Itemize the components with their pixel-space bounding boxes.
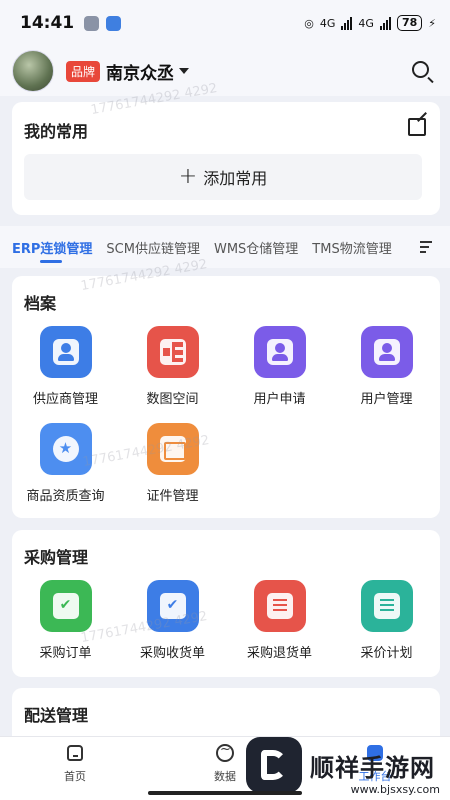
org-selector-label[interactable]: 南京众丞 xyxy=(106,59,174,84)
add-favorite-label: 添加常用 xyxy=(203,169,268,188)
app-label: 用户申请 xyxy=(253,392,306,407)
app-supplier-management[interactable]: 供应商管理 xyxy=(12,326,119,407)
app-label: 采价计划 xyxy=(360,646,413,661)
app-certificate-management[interactable]: 证件管理 xyxy=(119,423,226,504)
notification-icons xyxy=(84,15,122,31)
search-icon[interactable] xyxy=(410,59,434,84)
tab-erp[interactable]: ERP连锁管理 xyxy=(12,238,92,263)
nav-home[interactable]: 首页 xyxy=(0,737,150,800)
app-purchase-receipt[interactable]: 采购收货单 xyxy=(119,580,226,661)
nav-label: 数据 xyxy=(214,770,236,783)
app-price-plan[interactable]: 采价计划 xyxy=(333,580,440,661)
purchase-card: 采购管理 采购订单 采购收货单 采购退货单 采价计划 xyxy=(12,530,440,677)
brand-badge: 品牌 xyxy=(66,60,101,82)
status-indicators: ◎ 4G 4G 78 ⚡ xyxy=(304,15,436,31)
app-header: 品牌 南京众丞 xyxy=(0,46,450,96)
app-label: 数图空间 xyxy=(146,392,199,407)
battery-indicator: 78 xyxy=(396,15,423,31)
app-label: 采购退货单 xyxy=(246,646,312,661)
tab-wms[interactable]: WMS仓储管理 xyxy=(214,238,298,257)
supplier-icon xyxy=(39,326,92,378)
plus-icon: + xyxy=(178,164,198,189)
qualification-icon xyxy=(39,423,92,475)
logo-icon xyxy=(246,737,302,793)
caret-down-icon[interactable] xyxy=(179,68,190,74)
app-user-application[interactable]: 用户申请 xyxy=(226,326,333,407)
app-label: 证件管理 xyxy=(146,489,199,504)
app-notification-icon xyxy=(84,15,100,31)
purchase-title: 采购管理 xyxy=(24,548,89,567)
signal-icon xyxy=(341,16,353,30)
archive-card: 档案 供应商管理 数图空间 用户申请 用户管理 商品资质查询 证件管理 xyxy=(12,276,440,518)
price-plan-icon xyxy=(360,580,413,632)
network-type-b: 4G xyxy=(358,16,374,30)
app-user-management[interactable]: 用户管理 xyxy=(333,326,440,407)
site-logo-watermark: 顺祥手游网 www.bjsxsy.com xyxy=(246,734,442,796)
app-product-qualification[interactable]: 商品资质查询 xyxy=(12,423,119,504)
app-label: 供应商管理 xyxy=(32,392,98,407)
nav-label: 首页 xyxy=(64,770,86,783)
app-data-space[interactable]: 数图空间 xyxy=(119,326,226,407)
hotspot-icon: ◎ xyxy=(304,16,314,30)
user-manage-icon xyxy=(360,326,413,378)
purchase-order-icon xyxy=(39,580,92,632)
archive-title: 档案 xyxy=(24,294,57,313)
app-label: 用户管理 xyxy=(360,392,413,407)
edit-icon[interactable] xyxy=(408,118,426,136)
purchase-return-icon xyxy=(253,580,306,632)
status-bar: 14:41 ◎ 4G 4G 78 ⚡ xyxy=(0,0,450,46)
data-space-icon xyxy=(146,326,199,378)
certificate-icon xyxy=(146,423,199,475)
avatar[interactable] xyxy=(12,50,54,92)
favorites-card: 我的常用 + 添加常用 xyxy=(12,102,440,215)
delivery-title: 配送管理 xyxy=(24,706,89,725)
app-purchase-return[interactable]: 采购退货单 xyxy=(226,580,333,661)
purchase-receipt-icon xyxy=(146,580,199,632)
network-type-a: 4G xyxy=(319,16,336,30)
app-label: 采购订单 xyxy=(39,646,92,661)
tab-tms[interactable]: TMS物流管理 xyxy=(312,238,391,257)
add-favorite-button[interactable]: + 添加常用 xyxy=(24,154,422,200)
favorites-title: 我的常用 xyxy=(24,122,89,141)
app-purchase-order[interactable]: 采购订单 xyxy=(12,580,119,661)
app-label: 商品资质查询 xyxy=(26,489,105,504)
module-tabs: ERP连锁管理 SCM供应链管理 WMS仓储管理 TMS物流管理 xyxy=(0,226,450,268)
bird-notification-icon xyxy=(106,15,122,31)
logo-text: 顺祥手游网 xyxy=(310,753,435,782)
status-time: 14:41 xyxy=(20,13,75,33)
tab-scm[interactable]: SCM供应链管理 xyxy=(106,238,200,257)
data-icon xyxy=(215,742,235,763)
signal-icon xyxy=(379,16,391,30)
charging-icon: ⚡ xyxy=(428,16,436,30)
tab-menu-icon[interactable] xyxy=(420,241,432,253)
home-icon xyxy=(65,743,85,763)
user-apply-icon xyxy=(253,326,306,378)
logo-url: www.bjsxsy.com xyxy=(350,783,440,796)
app-label: 采购收货单 xyxy=(139,646,205,661)
home-indicator xyxy=(148,791,302,795)
